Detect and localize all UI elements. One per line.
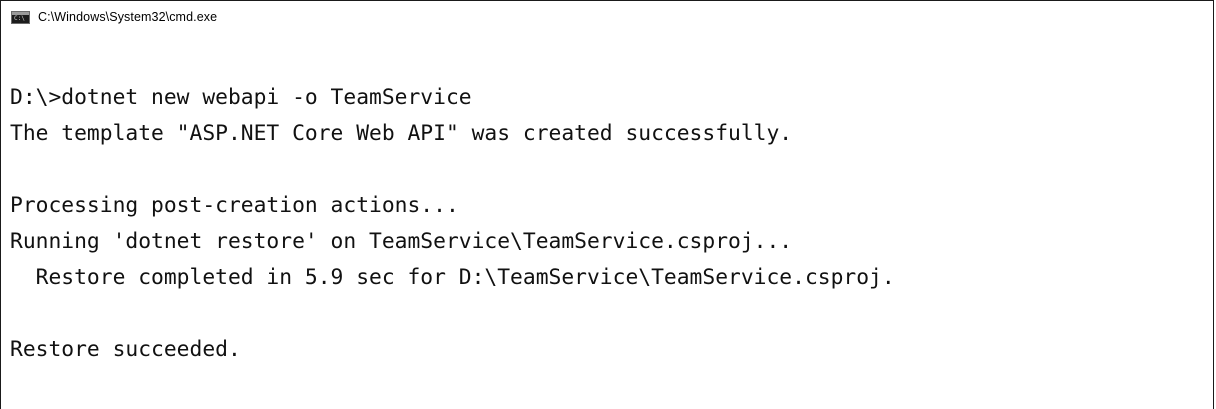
cmd-console-icon: C:\ — [11, 10, 30, 24]
console-output[interactable]: D:\>dotnet new webapi -o TeamService The… — [10, 80, 1213, 409]
console-line-restore-succeeded: Restore succeeded. — [10, 337, 241, 362]
console-line-restore-completed: Restore completed in 5.9 sec for D:\Team… — [10, 265, 895, 290]
window-title: C:\Windows\System32\cmd.exe — [38, 10, 218, 24]
console-line-command: D:\>dotnet new webapi -o TeamService — [10, 85, 472, 110]
console-line-running-restore: Running 'dotnet restore' on TeamService\… — [10, 229, 793, 254]
cmd-window: C:\ C:\Windows\System32\cmd.exe D:\>dotn… — [0, 0, 1214, 409]
console-line-processing: Processing post-creation actions... — [10, 193, 459, 218]
title-bar[interactable]: C:\ C:\Windows\System32\cmd.exe — [1, 1, 1213, 33]
cmd-icon-text: C:\ — [14, 14, 25, 22]
console-line-template-created: The template "ASP.NET Core Web API" was … — [10, 121, 793, 146]
